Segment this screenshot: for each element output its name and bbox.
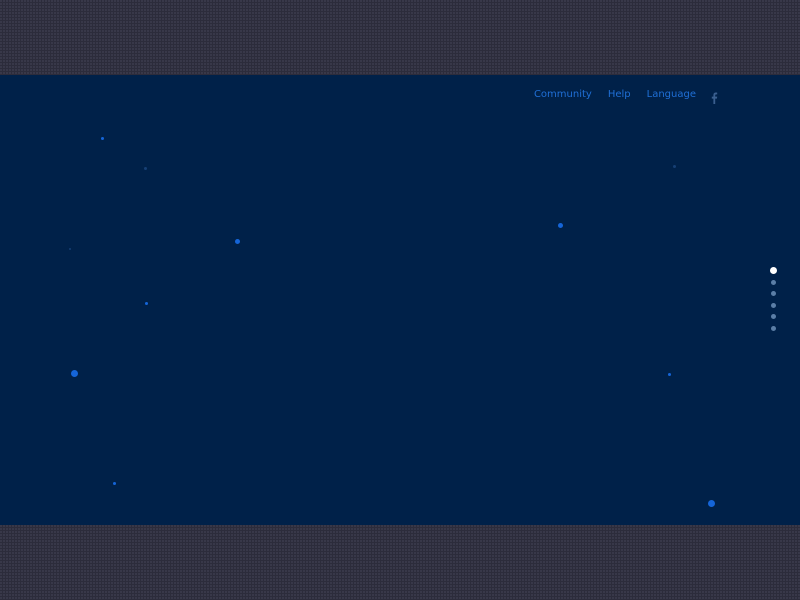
pager-dot-4[interactable] <box>770 302 776 308</box>
star-dot <box>708 500 715 507</box>
star-dot <box>558 223 563 228</box>
bottom-texture-band <box>0 525 800 600</box>
star-dot <box>145 302 148 305</box>
section-pager <box>769 267 777 338</box>
star-dot <box>69 248 71 250</box>
star-dot <box>71 370 78 377</box>
top-texture-band <box>0 0 800 75</box>
facebook-icon[interactable] <box>710 89 718 104</box>
pager-dot-1[interactable] <box>769 267 777 274</box>
pager-dot-6[interactable] <box>770 325 776 331</box>
top-nav: Community Help Language <box>534 89 718 104</box>
nav-language-link[interactable]: Language <box>647 89 696 101</box>
pager-dot-5[interactable] <box>770 314 776 320</box>
star-dot <box>113 482 116 485</box>
nav-help-link[interactable]: Help <box>608 89 631 101</box>
hero-stage: Community Help Language <box>0 75 800 525</box>
star-dot <box>101 137 104 140</box>
pager-dot-2[interactable] <box>770 279 776 285</box>
star-dot <box>668 373 671 376</box>
star-dot <box>235 239 240 244</box>
nav-community-link[interactable]: Community <box>534 89 592 101</box>
star-dot <box>673 165 676 168</box>
star-dot <box>144 167 147 170</box>
pager-dot-3[interactable] <box>770 291 776 297</box>
